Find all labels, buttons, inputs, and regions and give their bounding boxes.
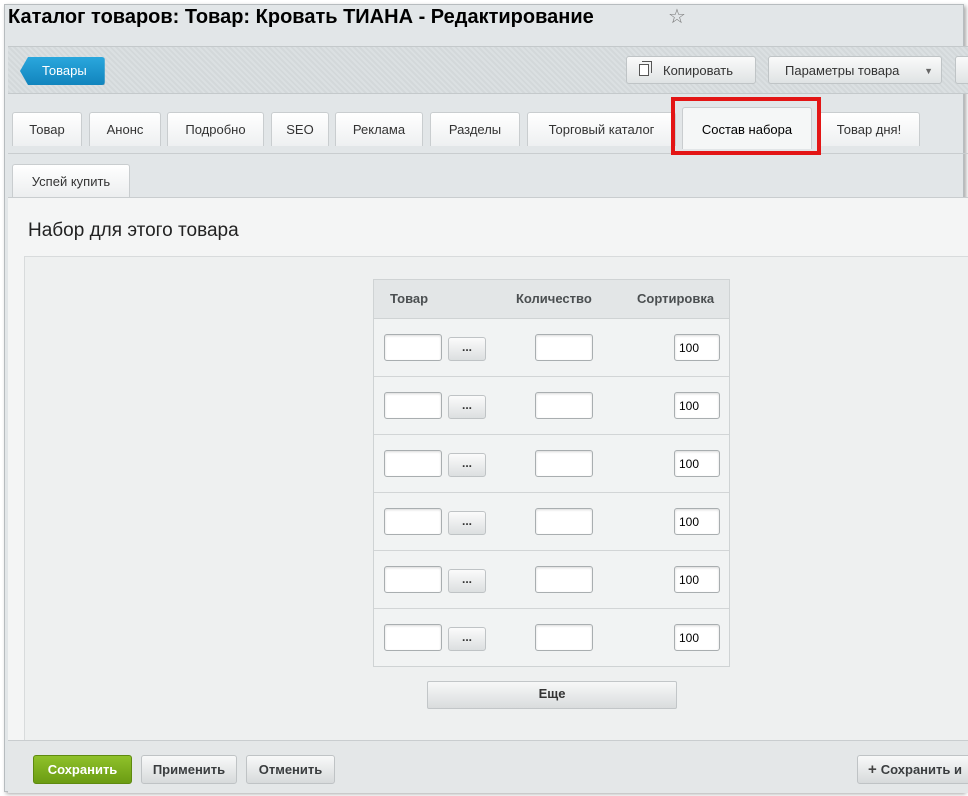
tab-trade-catalog[interactable]: Торговый каталог [527, 112, 676, 146]
quantity-input[interactable] [535, 624, 593, 651]
quantity-input[interactable] [535, 392, 593, 419]
params-label: Параметры товара [785, 63, 900, 78]
product-id-input[interactable] [384, 624, 442, 651]
quantity-input[interactable] [535, 508, 593, 535]
copy-label: Копировать [663, 63, 733, 78]
tab-product[interactable]: Товар [12, 112, 82, 146]
table-row: ... [374, 377, 729, 435]
table-row: ... [374, 493, 729, 551]
browse-product-button[interactable]: ... [448, 337, 486, 361]
product-id-input[interactable] [384, 566, 442, 593]
sort-input[interactable] [674, 392, 720, 419]
sort-input[interactable] [674, 566, 720, 593]
quantity-input[interactable] [535, 334, 593, 361]
table-row: ... [374, 319, 729, 377]
tab-highlight-annotation [671, 97, 821, 155]
subtab-hurry-buy[interactable]: Успей купить [12, 164, 130, 197]
more-actions-button[interactable] [955, 56, 968, 84]
tab-sections[interactable]: Разделы [430, 112, 520, 146]
sort-input[interactable] [674, 450, 720, 477]
page-title: Каталог товаров: Товар: Кровать ТИАНА - … [8, 6, 594, 28]
save-and-add-button[interactable]: + Сохранить и [857, 755, 968, 784]
column-header-sort: Сортировка [637, 291, 715, 306]
tab-product-of-day[interactable]: Товар дня! [818, 112, 920, 146]
browse-product-button[interactable]: ... [448, 453, 486, 477]
plus-icon: + [868, 761, 877, 778]
copy-icon [639, 61, 652, 76]
back-to-products-button[interactable]: Товары [20, 57, 105, 85]
product-id-input[interactable] [384, 450, 442, 477]
table-header: Товар Количество Сортировка [374, 280, 729, 319]
more-rows-button[interactable]: Еще [427, 681, 677, 709]
tab-announce[interactable]: Анонс [89, 112, 161, 146]
set-table: Товар Количество Сортировка ... ... ... … [373, 279, 730, 667]
product-id-input[interactable] [384, 392, 442, 419]
copy-button[interactable]: Копировать [626, 56, 756, 84]
quantity-input[interactable] [535, 566, 593, 593]
product-params-button[interactable]: Параметры товара ▼ [768, 56, 942, 84]
tab-advertising[interactable]: Реклама [335, 112, 423, 146]
save-add-label: Сохранить и [880, 762, 962, 777]
table-row: ... [374, 609, 729, 667]
browse-product-button[interactable]: ... [448, 627, 486, 651]
section-title: Набор для этого товара [28, 220, 239, 241]
browse-product-button[interactable]: ... [448, 395, 486, 419]
sort-input[interactable] [674, 624, 720, 651]
tab-details[interactable]: Подробно [167, 112, 264, 146]
chevron-down-icon: ▼ [924, 66, 933, 76]
column-header-product: Товар [390, 291, 429, 306]
quantity-input[interactable] [535, 450, 593, 477]
table-row: ... [374, 551, 729, 609]
column-header-quantity: Количество [516, 291, 592, 306]
apply-button[interactable]: Применить [141, 755, 237, 784]
star-icon[interactable]: ☆ [668, 4, 686, 29]
browse-product-button[interactable]: ... [448, 511, 486, 535]
sort-input[interactable] [674, 508, 720, 535]
cancel-button[interactable]: Отменить [246, 755, 335, 784]
save-button[interactable]: Сохранить [33, 755, 132, 784]
tab-seo[interactable]: SEO [271, 112, 329, 146]
table-row: ... [374, 435, 729, 493]
browse-product-button[interactable]: ... [448, 569, 486, 593]
product-id-input[interactable] [384, 334, 442, 361]
product-id-input[interactable] [384, 508, 442, 535]
sort-input[interactable] [674, 334, 720, 361]
